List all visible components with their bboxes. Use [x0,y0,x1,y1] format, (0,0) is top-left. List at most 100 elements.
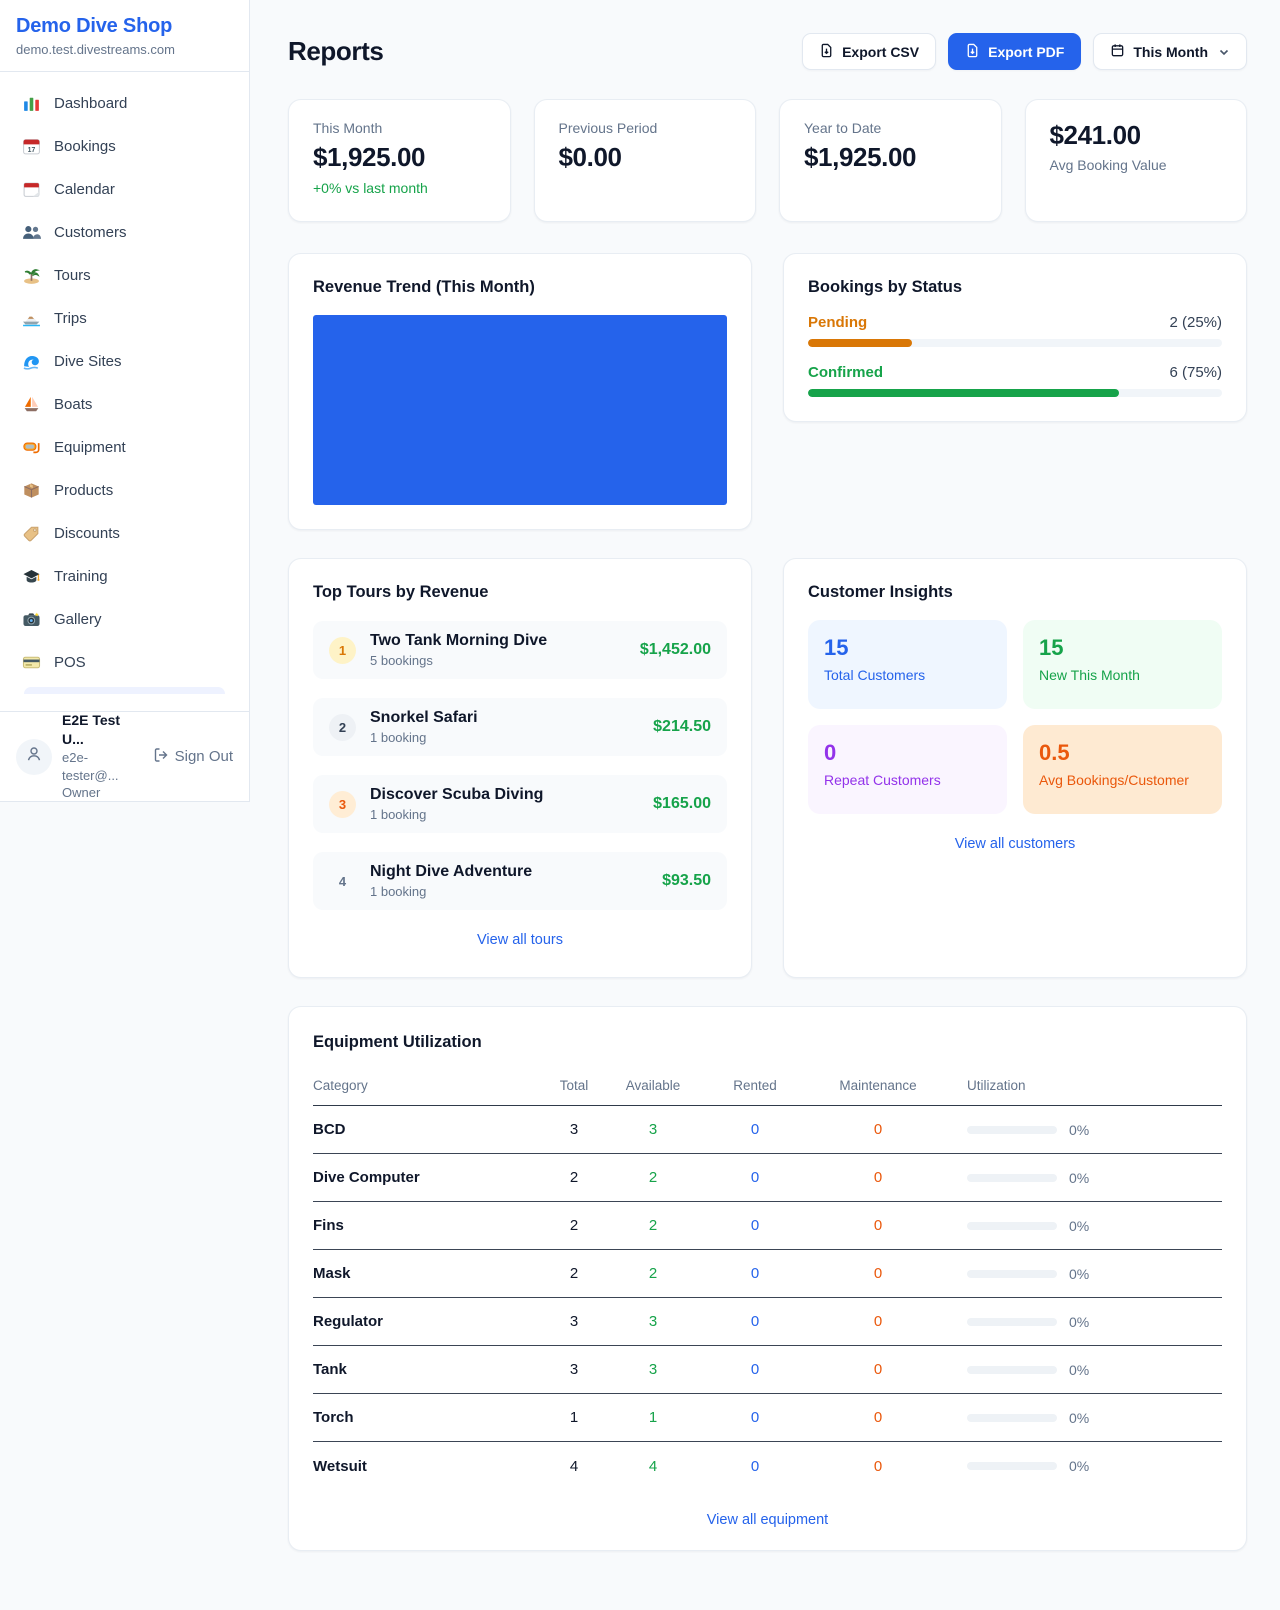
sidebar-item-calendar[interactable]: Calendar [12,168,237,211]
cell-rented: 0 [703,1217,807,1234]
page-title: Reports [288,36,383,67]
sidebar-item-products[interactable]: Products [12,469,237,512]
main-content: Reports Export CSV Export PDF This Month… [250,0,1280,1591]
revenue-trend-title: Revenue Trend (This Month) [313,278,727,297]
sidebar-item-bookings[interactable]: 17 Bookings [12,125,237,168]
sidebar-item-label: Calendar [54,181,115,198]
sidebar-item-label: Discounts [54,525,120,542]
sidebar-item-label: Trips [54,310,87,327]
view-all-tours-link[interactable]: View all tours [313,932,727,948]
col-category: Category [313,1078,545,1093]
sidebar-item-label: Customers [54,224,127,241]
table-row: BCD 3 3 0 0 0% [313,1106,1222,1154]
export-csv-button[interactable]: Export CSV [802,33,936,70]
cell-maintenance: 0 [807,1265,949,1282]
utilization-text: 0% [1069,1410,1089,1426]
export-csv-label: Export CSV [842,44,919,60]
user-panel: E2E Test U... e2e-tester@... Owner Sign … [0,711,249,801]
rank-badge: 2 [329,714,356,741]
export-pdf-button[interactable]: Export PDF [948,33,1081,70]
sidebar-item-equipment[interactable]: Equipment [12,426,237,469]
calendar-icon [22,180,41,199]
stat-card-avg-booking-value: $241.00 Avg Booking Value [1025,99,1248,222]
table-row: Mask 2 2 0 0 0% [313,1250,1222,1298]
tour-row: 4 Night Dive Adventure1 booking $93.50 [313,852,727,910]
cell-rented: 0 [703,1169,807,1186]
user-info: E2E Test U... e2e-tester@... Owner [62,711,143,801]
tour-amount: $165.00 [653,795,711,813]
table-header-row: Category Total Available Rented Maintena… [313,1066,1222,1106]
cell-category: Torch [313,1409,545,1426]
sidebar-item-label: Products [54,482,113,499]
tour-bookings: 1 booking [370,807,543,822]
cell-available: 2 [603,1217,703,1234]
stat-card-this-month: This Month $1,925.00 +0% vs last month [288,99,511,222]
progress-fill [808,389,1119,397]
cell-maintenance: 0 [807,1409,949,1426]
bookings-calendar-icon: 17 [22,137,41,156]
equipment-utilization-title: Equipment Utilization [313,1033,1222,1052]
pos-card-icon [22,653,41,672]
chevron-down-icon [1218,46,1230,58]
page-header: Reports Export CSV Export PDF This Month [288,33,1247,70]
stat-label: Year to Date [804,120,977,136]
cell-total: 3 [545,1313,603,1330]
tours-island-icon [22,266,41,285]
col-utilization: Utilization [949,1078,1222,1093]
period-label: This Month [1133,44,1208,60]
top-tours-card: Top Tours by Revenue 1 Two Tank Morning … [288,558,752,978]
insight-tile-repeat-customers: 0 Repeat Customers [808,725,1007,814]
utilization-bar [967,1126,1057,1134]
sidebar-item-tours[interactable]: Tours [12,254,237,297]
sign-out-label: Sign Out [175,748,233,765]
progress-fill [808,339,912,347]
person-icon [24,744,44,769]
cell-available: 3 [603,1361,703,1378]
sidebar-item-gallery[interactable]: Gallery [12,598,237,641]
sidebar-nav: Dashboard 17 Bookings Calendar Customers… [0,72,249,694]
cell-rented: 0 [703,1265,807,1282]
table-row: Wetsuit 4 4 0 0 0% [313,1442,1222,1490]
sidebar-item-boats[interactable]: Boats [12,383,237,426]
status-label: Confirmed [808,364,883,381]
insight-value: 0.5 [1039,740,1206,766]
user-role: Owner [62,784,143,802]
insight-tile-new-this-month: 15 New This Month [1023,620,1222,709]
avatar [16,739,52,775]
sidebar-item-dive-sites[interactable]: Dive Sites [12,340,237,383]
view-all-customers-link[interactable]: View all customers [808,836,1222,852]
progress-track [808,389,1222,397]
tour-name: Discover Scuba Diving [370,786,543,804]
cell-total: 3 [545,1361,603,1378]
sidebar-item-customers[interactable]: Customers [12,211,237,254]
sidebar-item-training[interactable]: Training [12,555,237,598]
sidebar-item-trips[interactable]: Trips [12,297,237,340]
stat-label: Avg Booking Value [1050,157,1223,173]
sign-out-button[interactable]: Sign Out [153,747,233,767]
period-select[interactable]: This Month [1093,33,1247,70]
col-available: Available [603,1078,703,1093]
stat-value: $241.00 [1050,120,1223,151]
sidebar-item-pos[interactable]: POS [12,641,237,684]
col-total: Total [545,1078,603,1093]
svg-text:17: 17 [28,147,36,154]
utilization-text: 0% [1069,1458,1089,1474]
utilization-bar [967,1462,1057,1470]
insight-value: 15 [824,635,991,661]
tour-amount: $93.50 [662,872,711,890]
cell-category: Regulator [313,1313,545,1330]
sidebar-item-reports-partial[interactable] [24,687,225,694]
stat-card-previous-period: Previous Period $0.00 [534,99,757,222]
sidebar-item-dashboard[interactable]: Dashboard [12,82,237,125]
brand-title: Demo Dive Shop [16,15,233,38]
tour-name: Two Tank Morning Dive [370,632,547,650]
view-all-equipment-link[interactable]: View all equipment [313,1512,1222,1528]
tour-name: Night Dive Adventure [370,863,532,881]
sidebar-item-discounts[interactable]: Discounts [12,512,237,555]
cell-available: 2 [603,1265,703,1282]
cell-available: 3 [603,1313,703,1330]
col-maintenance: Maintenance [807,1078,949,1093]
file-download-icon [965,43,980,61]
charts-row: Revenue Trend (This Month) Bookings by S… [288,253,1247,530]
equipment-mask-icon [22,438,41,457]
